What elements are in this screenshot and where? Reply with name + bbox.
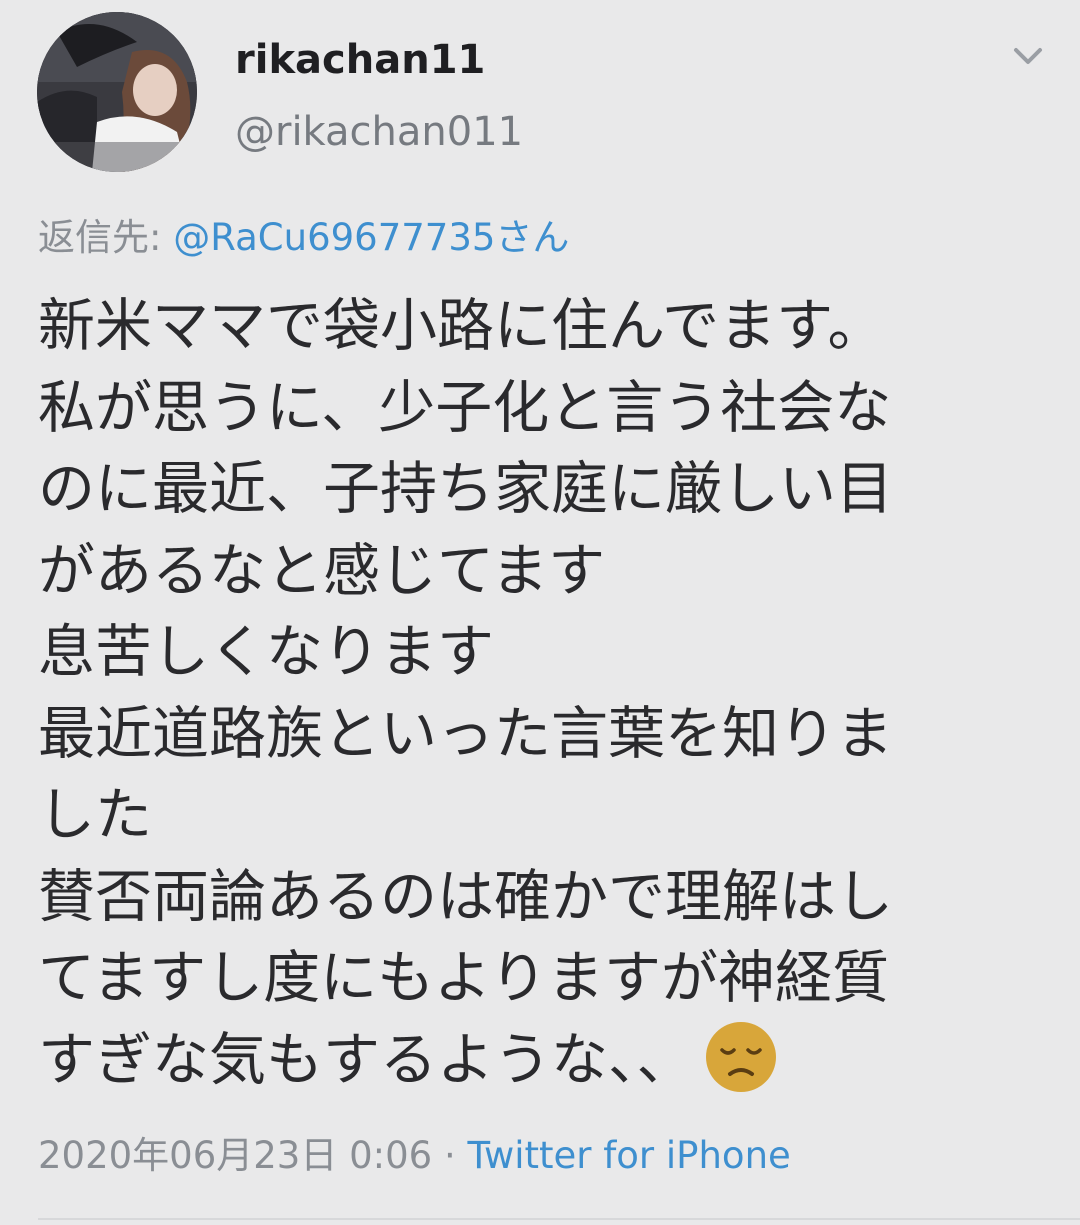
tweet-line: 私が思うに、少子化と言う社会な (38, 374, 892, 441)
timestamp[interactable]: 2020年06月23日 0:06 (38, 1134, 432, 1177)
avatar[interactable] (37, 12, 197, 172)
user-handle[interactable]: @rikachan011 (235, 106, 523, 158)
tweet-line: 新米ママで袋小路に住んでます。 (38, 293, 885, 359)
profile-photo (37, 12, 197, 172)
tweet-line: 息苦しくなります (38, 619, 494, 685)
display-name[interactable]: rikachan11 (235, 34, 485, 86)
tweet-line-last: すぎな気もするような、、 (38, 1020, 1048, 1102)
tweet-line: した (38, 782, 152, 848)
chevron-down-icon[interactable] (1006, 36, 1050, 76)
tweet-line: てますし度にもよりますが神経質 (38, 945, 890, 1011)
tweet-meta: 2020年06月23日 0:06 · Twitter for iPhone (38, 1130, 791, 1182)
tweet-line: 最近道路族といった言葉を知りま (38, 700, 893, 767)
source-link[interactable]: Twitter for iPhone (467, 1134, 790, 1177)
disappointed-face-icon (704, 1020, 778, 1094)
reply-mention-link[interactable]: @RaCu69677735さん (173, 216, 569, 259)
divider (38, 1218, 1080, 1220)
meta-separator: · (432, 1134, 468, 1177)
tweet-line: があるなと感じてます (38, 537, 606, 604)
tweet-detail: rikachan11 @rikachan011 返信先: @RaCu696777… (0, 0, 1080, 1225)
tweet-line-text: すぎな気もするような、、 (38, 1026, 694, 1093)
tweet-body: 新米ママで袋小路に住んでます。 私が思うに、少子化と言う社会な のに最近、子持ち… (38, 286, 1048, 1101)
tweet-line: 賛否両論あるのは確かで理解はし (38, 863, 893, 930)
reply-to-label: 返信先: (38, 216, 174, 259)
reply-to-line: 返信先: @RaCu69677735さん (38, 212, 569, 264)
tweet-line: のに最近、子持ち家庭に厳しい目 (38, 456, 893, 522)
